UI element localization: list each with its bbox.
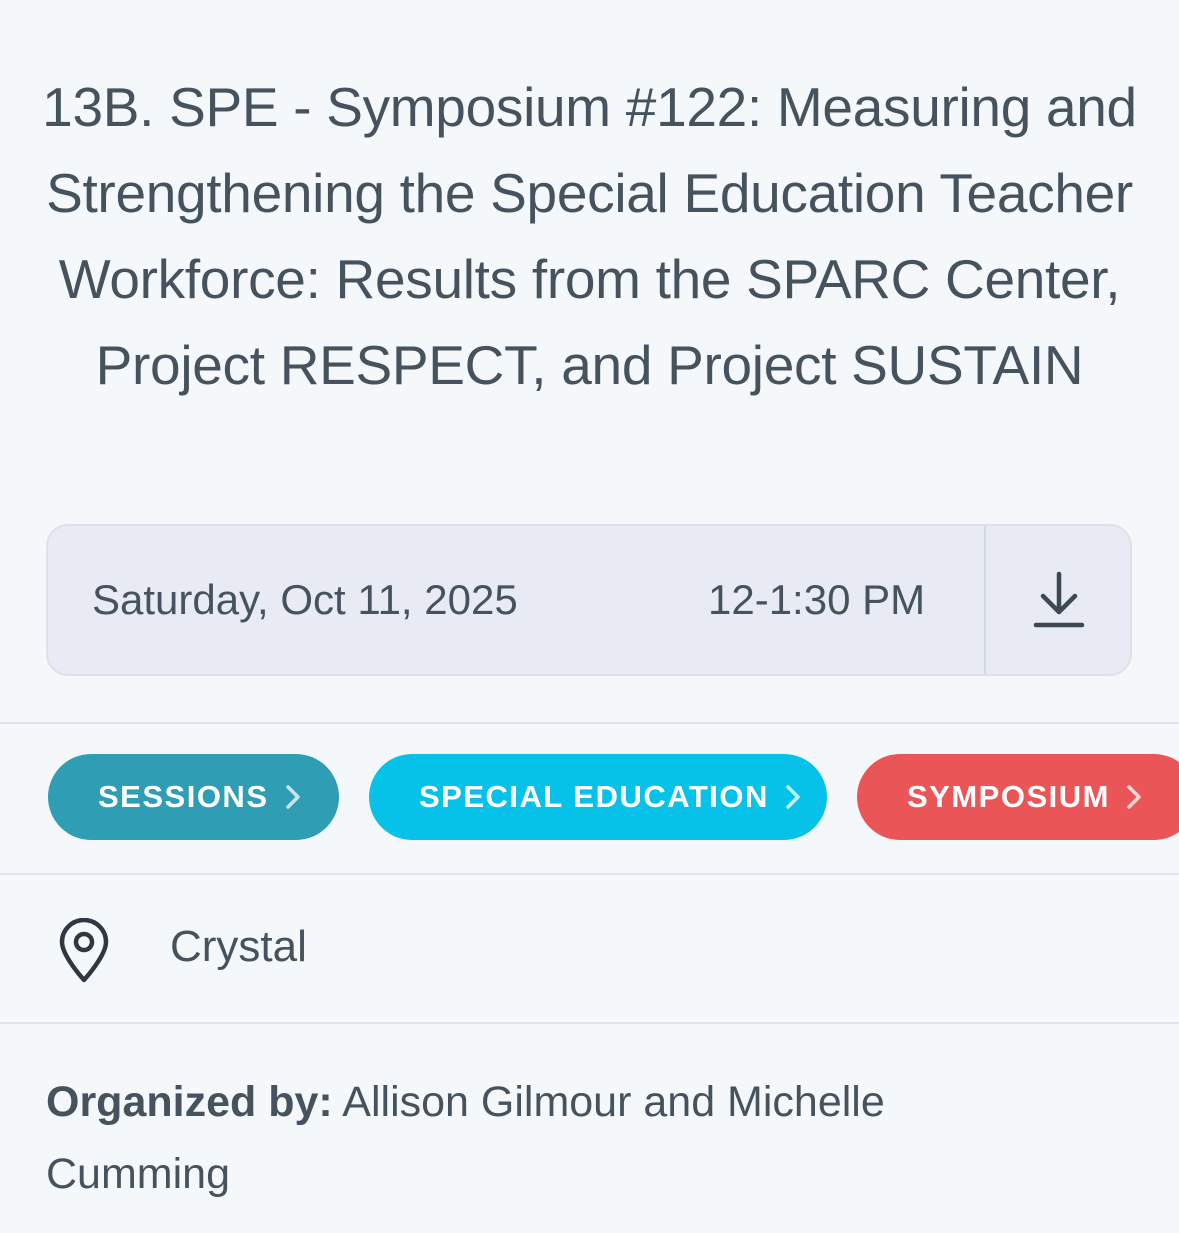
divider (0, 873, 1179, 875)
divider (0, 722, 1179, 724)
chevron-right-icon (285, 785, 300, 809)
tag-label: SESSIONS (98, 779, 269, 814)
organizer-line: Organized by: Allison Gilmour and Michel… (46, 1066, 1046, 1210)
session-date: Saturday, Oct 11, 2025 (92, 576, 518, 623)
divider (0, 1022, 1179, 1024)
date-time-bar: Saturday, Oct 11, 2025 12-1:30 PM (46, 524, 1132, 676)
tag-label: SPECIAL EDUCATION (419, 779, 769, 814)
download-icon (1033, 571, 1085, 628)
map-pin-icon (59, 918, 109, 983)
tag-special-education[interactable]: SPECIAL EDUCATION (369, 754, 827, 840)
tag-symposium[interactable]: SYMPOSIUM (857, 754, 1179, 840)
session-time: 12-1:30 PM (708, 576, 926, 623)
session-title: 13B. SPE - Symposium #122: Measuring and… (42, 76, 1137, 396)
location-name[interactable]: Crystal (170, 922, 307, 972)
tag-label: SYMPOSIUM (907, 779, 1110, 814)
tag-sessions[interactable]: SESSIONS (48, 754, 339, 840)
add-to-calendar-button[interactable] (986, 526, 1132, 674)
chevron-right-icon (1127, 785, 1141, 809)
organizer-label: Organized by: (46, 1078, 333, 1126)
chevron-right-icon (786, 785, 800, 809)
